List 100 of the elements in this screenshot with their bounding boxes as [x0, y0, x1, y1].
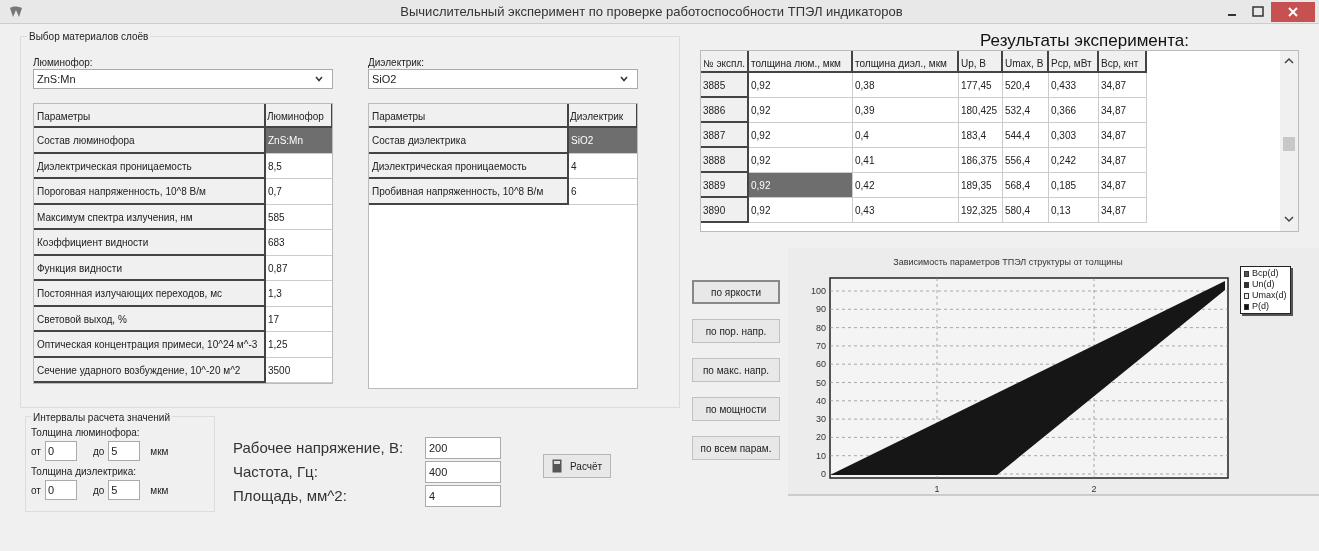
- axis-tick-label: 2: [1091, 484, 1097, 494]
- column-header: Bср, кнт: [1099, 51, 1147, 73]
- row-header: Максимум спектра излучения, нм: [34, 204, 266, 230]
- table-cell[interactable]: 0,92: [749, 148, 853, 173]
- table-cell[interactable]: 186,375: [959, 148, 1003, 173]
- row-header: Коэффициент видности: [34, 230, 266, 256]
- column-header: Pср, мВт: [1049, 51, 1099, 73]
- input-field[interactable]: 0: [44, 441, 77, 461]
- table-cell[interactable]: 0,366: [1049, 98, 1099, 123]
- field-label: до: [92, 444, 105, 459]
- table-cell[interactable]: 0,92: [749, 123, 853, 148]
- table-cell[interactable]: 520,4: [1003, 73, 1049, 98]
- row-header[interactable]: 3889: [701, 173, 749, 198]
- table-cell[interactable]: 0,92: [749, 173, 853, 198]
- row-header: Функция видности: [34, 255, 266, 281]
- row-header: Диэлектрическая проницаемость: [369, 153, 569, 179]
- table-cell[interactable]: ZnS:Mn: [266, 128, 332, 154]
- axis-tick-label: 0: [821, 469, 826, 479]
- dropdown[interactable]: SiO2: [368, 69, 638, 89]
- legend-label: Umax(d): [1252, 289, 1287, 302]
- table-cell[interactable]: 177,45: [959, 73, 1003, 98]
- column-header: Люминофор: [266, 104, 332, 128]
- row-header[interactable]: 3888: [701, 148, 749, 173]
- axis-tick-label: 10: [816, 450, 826, 461]
- scrollbar[interactable]: [1280, 51, 1298, 231]
- table-cell[interactable]: 0,4: [853, 123, 959, 148]
- column-header: Параметры: [34, 104, 266, 128]
- input-field[interactable]: 4: [425, 485, 501, 507]
- column-header: Up, В: [959, 51, 1003, 73]
- group-title: Интервалы расчета значений: [31, 410, 173, 425]
- table-cell[interactable]: 0,43: [853, 198, 959, 223]
- input-field[interactable]: 5: [108, 441, 141, 461]
- table-cell[interactable]: 568,4: [1003, 173, 1049, 198]
- row-header[interactable]: 3886: [701, 98, 749, 123]
- close-icon[interactable]: [1271, 1, 1315, 22]
- table-cell[interactable]: 0,39: [853, 98, 959, 123]
- table-cell[interactable]: 0,242: [1049, 148, 1099, 173]
- calculator-icon: [552, 459, 562, 473]
- table-cell[interactable]: SiO2: [569, 128, 637, 154]
- axis-tick-label: 80: [816, 322, 826, 333]
- column-header: № экспл.: [701, 51, 749, 73]
- row-header[interactable]: 3887: [701, 123, 749, 148]
- chart-button[interactable]: по мощности: [692, 397, 780, 421]
- field-label: до: [92, 483, 105, 498]
- legend-label: Bср(d): [1252, 266, 1279, 280]
- axis-tick-label: 70: [816, 340, 826, 351]
- chart-button[interactable]: по яркости: [692, 280, 780, 304]
- table-cell[interactable]: 34,87: [1099, 123, 1147, 148]
- table-cell[interactable]: 0,42: [853, 173, 959, 198]
- column-header: толщина диэл., мкм: [853, 51, 959, 73]
- table-cell[interactable]: 544,4: [1003, 123, 1049, 148]
- table-cell[interactable]: 556,4: [1003, 148, 1049, 173]
- table-cell[interactable]: 180,425: [959, 98, 1003, 123]
- calculate-button[interactable]: Расчёт: [543, 454, 612, 478]
- section-title: Результаты эксперимента:: [979, 30, 1190, 50]
- table-cell[interactable]: 0,38: [853, 73, 959, 98]
- axis-tick-label: 40: [816, 395, 826, 406]
- table-cell[interactable]: 0,92: [749, 98, 853, 123]
- input-field[interactable]: 0: [44, 480, 77, 500]
- input-field[interactable]: 400: [425, 461, 501, 483]
- table-cell[interactable]: 0,41: [853, 148, 959, 173]
- table-cell[interactable]: 34,87: [1099, 198, 1147, 223]
- input-field[interactable]: 5: [108, 480, 141, 500]
- row-header: Пробивная напряженность, 10^8 В/м: [369, 179, 569, 205]
- row-header[interactable]: 3890: [701, 198, 749, 223]
- table-cell[interactable]: 183,4: [959, 123, 1003, 148]
- row-header: Оптическая концентрация примеси, 10^24 м^-3: [34, 332, 266, 358]
- table-cell[interactable]: 34,87: [1099, 173, 1147, 198]
- field-label: Частота, Гц:: [233, 461, 319, 482]
- table-cell[interactable]: 0,13: [1049, 198, 1099, 223]
- table-cell[interactable]: 532,4: [1003, 98, 1049, 123]
- table-cell[interactable]: 34,87: [1099, 148, 1147, 173]
- axis-tick-label: 30: [816, 414, 826, 425]
- column-header: толщина люм., мкм: [749, 51, 853, 73]
- table-cell[interactable]: 0,433: [1049, 73, 1099, 98]
- table-cell[interactable]: 189,35: [959, 173, 1003, 198]
- table-cell[interactable]: 0,185: [1049, 173, 1099, 198]
- table-cell[interactable]: 192,325: [959, 198, 1003, 223]
- row-header[interactable]: 3885: [701, 73, 749, 98]
- chart-button[interactable]: по всем парам.: [692, 436, 780, 460]
- dropdown[interactable]: ZnS:Mn: [33, 69, 333, 89]
- row-header: Световой выход, %: [34, 306, 266, 332]
- field-label: Люминофор:: [33, 56, 94, 69]
- chart-title: Зависимость параметров ТПЭЛ структуры от толщины: [892, 256, 1124, 269]
- row-header: Пороговая напряженность, 10^8 В/м: [34, 179, 266, 205]
- field-label: Площадь, мм^2:: [233, 485, 348, 506]
- input-field[interactable]: 200: [425, 437, 501, 459]
- table-cell[interactable]: 0,303: [1049, 123, 1099, 148]
- chart-button[interactable]: по пор. напр.: [692, 319, 780, 343]
- table-cell[interactable]: 0,92: [749, 198, 853, 223]
- table-cell[interactable]: 0,92: [749, 73, 853, 98]
- unit-label: мкм: [150, 444, 169, 459]
- axis-tick-label: 100: [810, 286, 826, 296]
- column-header: Umax, В: [1003, 51, 1049, 73]
- table-cell[interactable]: 34,87: [1099, 98, 1147, 123]
- table-cell[interactable]: 580,4: [1003, 198, 1049, 223]
- chart-button[interactable]: по макс. напр.: [692, 358, 780, 382]
- table-cell[interactable]: 34,87: [1099, 73, 1147, 98]
- field-label: Рабочее напряжение, В:: [233, 437, 405, 458]
- legend-label: P(d): [1252, 300, 1269, 313]
